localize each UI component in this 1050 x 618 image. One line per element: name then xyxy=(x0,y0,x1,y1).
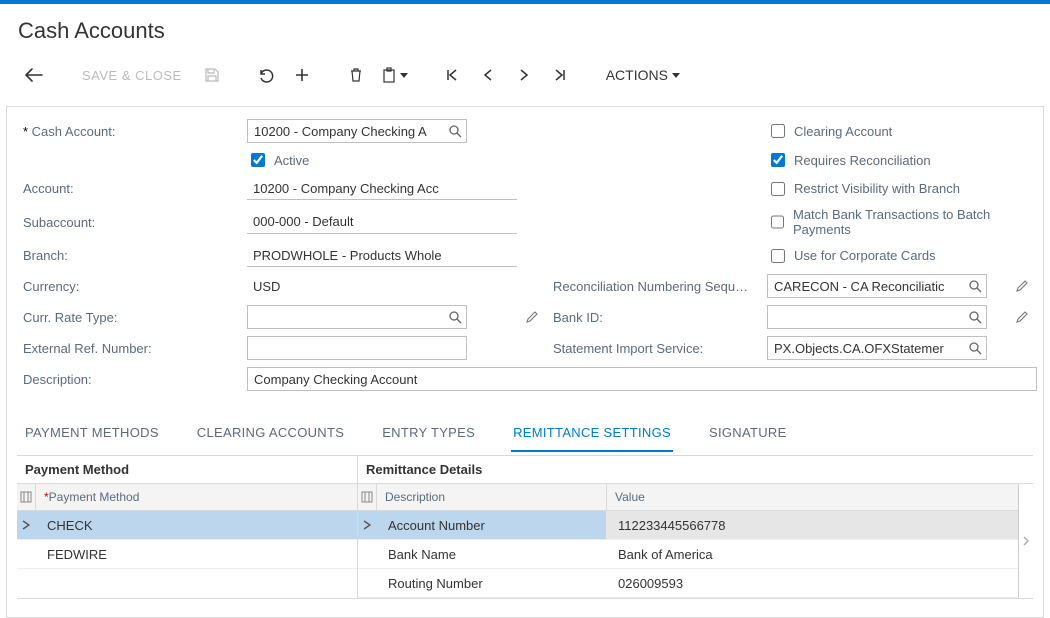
delete-button[interactable] xyxy=(340,62,372,88)
remittance-value-cell[interactable]: 112233445566778 xyxy=(606,511,1018,539)
use-corporate-cards-input[interactable] xyxy=(771,249,785,263)
remittance-details-title: Remittance Details xyxy=(358,456,1033,484)
match-bank-input[interactable] xyxy=(771,215,784,229)
row-indicator-icon xyxy=(17,520,35,530)
recon-numbering-label: Reconciliation Numbering Sequ… xyxy=(547,279,767,294)
remittance-desc-cell: Routing Number xyxy=(376,576,606,591)
clearing-account-label: Clearing Account xyxy=(794,124,892,139)
active-checkbox[interactable]: Active xyxy=(247,150,517,170)
back-button[interactable] xyxy=(18,62,50,88)
remittance-desc-cell: Bank Name xyxy=(376,547,606,562)
requires-reconciliation-checkbox[interactable]: Requires Reconciliation xyxy=(767,150,1007,170)
remittance-value-header[interactable]: Value xyxy=(607,490,1018,504)
remittance-row[interactable]: Bank Name Bank of America xyxy=(358,540,1018,569)
payment-method-cell: CHECK xyxy=(35,518,105,533)
tabs: PAYMENT METHODS CLEARING ACCOUNTS ENTRY … xyxy=(23,419,1033,453)
use-corporate-cards-checkbox[interactable]: Use for Corporate Cards xyxy=(767,246,1007,266)
cash-account-selector[interactable] xyxy=(247,119,467,143)
description-field[interactable] xyxy=(247,367,1037,391)
match-bank-checkbox[interactable]: Match Bank Transactions to Batch Payment… xyxy=(767,207,1007,237)
requires-reconciliation-label: Requires Reconciliation xyxy=(794,153,931,168)
bank-id-label: Bank ID: xyxy=(547,310,767,325)
bank-id-selector[interactable] xyxy=(767,305,987,329)
payment-method-row[interactable]: FEDWIRE xyxy=(17,540,357,569)
clipboard-button[interactable] xyxy=(376,62,414,88)
remittance-value-cell[interactable]: Bank of America xyxy=(606,547,1018,562)
save-button[interactable] xyxy=(196,62,228,88)
recon-numbering-input[interactable] xyxy=(768,275,986,297)
restrict-visibility-input[interactable] xyxy=(771,182,785,196)
last-record-button[interactable] xyxy=(544,62,576,88)
recon-numbering-selector[interactable] xyxy=(767,274,987,298)
requires-reconciliation-input[interactable] xyxy=(771,153,785,167)
remittance-row[interactable]: Account Number 112233445566778 xyxy=(358,511,1018,540)
clearing-account-input[interactable] xyxy=(771,124,785,138)
subaccount-value: 000-000 - Default xyxy=(247,211,517,234)
edit-bank-id-button[interactable] xyxy=(1007,310,1037,324)
currency-value: USD xyxy=(247,279,517,294)
active-input[interactable] xyxy=(251,153,265,167)
account-label: Account: xyxy=(17,181,247,196)
external-ref-label: External Ref. Number: xyxy=(17,341,247,356)
clearing-account-checkbox[interactable]: Clearing Account xyxy=(767,121,1007,141)
payment-method-row[interactable]: CHECK xyxy=(17,511,357,540)
payment-method-column-header[interactable]: *Payment Method xyxy=(36,490,357,504)
column-config-button[interactable] xyxy=(17,484,36,510)
remittance-details-panel: Remittance Details Description Value xyxy=(358,456,1033,598)
bank-id-input[interactable] xyxy=(768,306,986,328)
remittance-desc-header[interactable]: Description xyxy=(377,484,607,510)
remittance-desc-cell: Account Number xyxy=(376,518,606,533)
remittance-header: Description Value xyxy=(358,484,1018,511)
tab-clearing-accounts[interactable]: CLEARING ACCOUNTS xyxy=(195,419,346,452)
save-and-close-button: SAVE & CLOSE xyxy=(72,62,192,88)
first-record-button[interactable] xyxy=(436,62,468,88)
active-label: Active xyxy=(274,153,309,168)
external-ref-input[interactable] xyxy=(248,337,466,359)
curr-rate-type-input[interactable] xyxy=(248,306,466,328)
payment-method-cell: FEDWIRE xyxy=(35,547,119,562)
add-button[interactable] xyxy=(286,62,318,88)
prev-record-button[interactable] xyxy=(472,62,504,88)
tab-signature[interactable]: SIGNATURE xyxy=(707,419,789,452)
tab-remittance-settings[interactable]: REMITTANCE SETTINGS xyxy=(511,419,673,452)
currency-label: Currency: xyxy=(17,279,247,294)
actions-menu[interactable]: ACTIONS xyxy=(598,62,688,88)
payment-method-panel: Payment Method *Payment Method CHECK FED… xyxy=(17,456,358,598)
tab-payment-methods[interactable]: PAYMENT METHODS xyxy=(23,419,161,452)
edit-recon-numbering-button[interactable] xyxy=(1007,279,1037,293)
branch-value: PRODWHOLE - Products Whole xyxy=(247,244,517,267)
edit-curr-rate-type-button[interactable] xyxy=(517,310,547,324)
statement-import-label: Statement Import Service: xyxy=(547,341,767,356)
next-record-button[interactable] xyxy=(508,62,540,88)
external-ref-field[interactable] xyxy=(247,336,467,360)
account-value: 10200 - Company Checking Acc xyxy=(247,177,517,200)
cash-account-input[interactable] xyxy=(248,120,466,142)
restrict-visibility-label: Restrict Visibility with Branch xyxy=(794,181,960,196)
undo-button[interactable] xyxy=(250,62,282,88)
description-input[interactable] xyxy=(248,368,1036,390)
toolbar: SAVE & CLOSE ACTIONS xyxy=(0,52,1050,106)
curr-rate-type-selector[interactable] xyxy=(247,305,467,329)
subaccount-label: Subaccount: xyxy=(17,215,247,230)
statement-import-input[interactable] xyxy=(768,337,986,359)
page-title: Cash Accounts xyxy=(0,4,1050,52)
remittance-value-cell[interactable]: 026009593 xyxy=(606,576,1018,591)
statement-import-selector[interactable] xyxy=(767,336,987,360)
branch-label: Branch: xyxy=(17,248,247,263)
column-config-button[interactable] xyxy=(358,484,377,510)
scroll-right-button[interactable] xyxy=(1018,484,1033,598)
tab-entry-types[interactable]: ENTRY TYPES xyxy=(380,419,477,452)
form-area: Cash Account: Clearing Account Active Re… xyxy=(6,106,1044,618)
use-corporate-cards-label: Use for Corporate Cards xyxy=(794,248,936,263)
description-label: Description: xyxy=(17,372,247,387)
curr-rate-type-label: Curr. Rate Type: xyxy=(17,310,247,325)
row-indicator-icon xyxy=(358,520,376,530)
payment-method-title: Payment Method xyxy=(17,456,357,484)
remittance-row[interactable]: Routing Number 026009593 xyxy=(358,569,1018,598)
restrict-visibility-checkbox[interactable]: Restrict Visibility with Branch xyxy=(767,179,1007,199)
payment-method-header: *Payment Method xyxy=(17,484,357,511)
match-bank-label: Match Bank Transactions to Batch Payment… xyxy=(793,207,1007,237)
cash-account-label: Cash Account: xyxy=(17,124,247,139)
